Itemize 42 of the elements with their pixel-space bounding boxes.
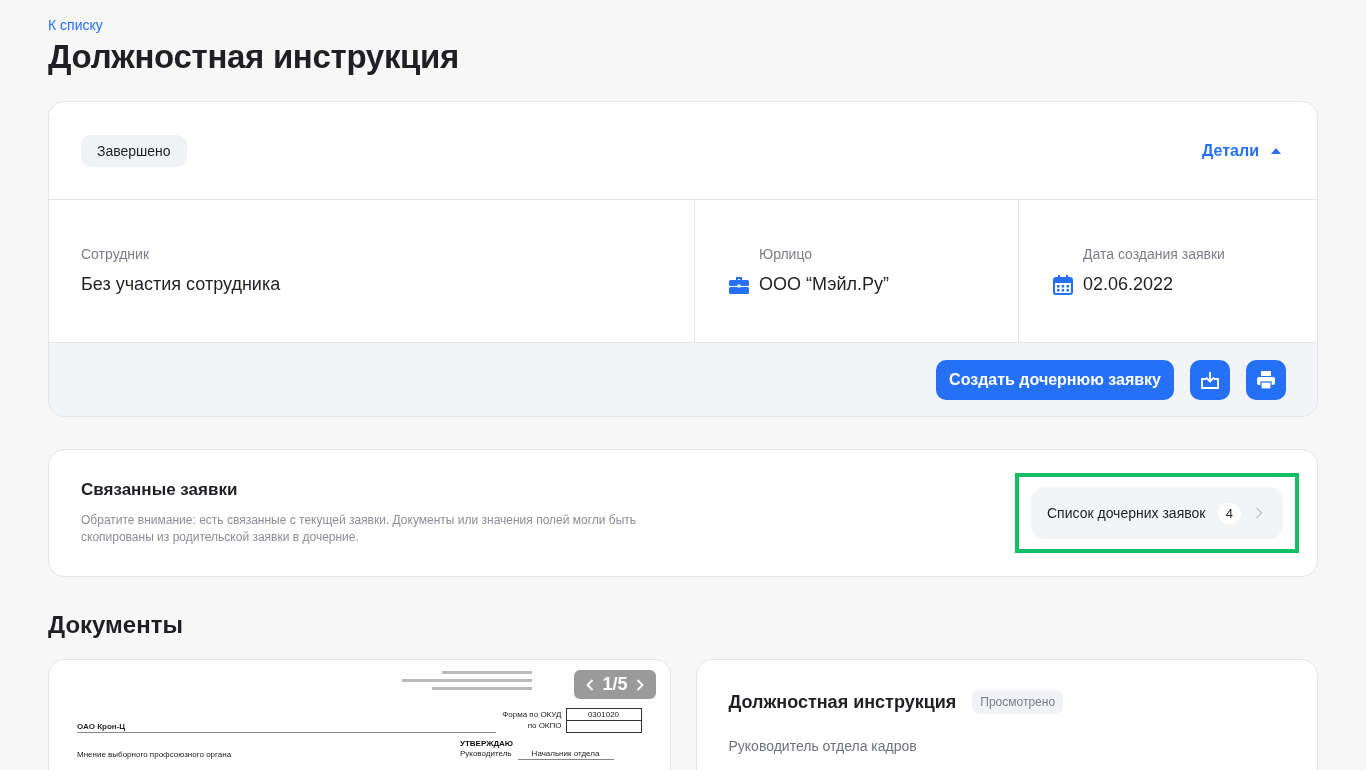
field-label: Юрлицо [758,246,814,262]
field-value: ООО “Мэйл.Ру” [759,274,889,295]
printer-icon [1256,369,1276,390]
organization-name: ОАО Крон-Ц [77,722,497,733]
count-badge: 4 [1217,502,1241,524]
create-child-request-button[interactable]: Создать дочернюю заявку [936,359,1174,400]
document-subtitle: Руководитель отдела кадров [728,738,918,754]
field-value: Без участия сотрудника [81,274,281,295]
details-toggle[interactable]: Детали [1202,141,1281,160]
status-badge: Просмотрено [972,690,1064,714]
section-title: Документы [48,611,184,639]
calendar-icon [1053,274,1073,295]
download-button[interactable] [1190,359,1230,400]
form-label: по ОКПО [527,720,562,731]
print-button[interactable] [1246,359,1286,400]
caret-icon [1271,147,1281,154]
document-card[interactable]: Должностная инструкция Просмотрено Руководитель отдела кадров [695,659,1318,770]
download-icon [1200,369,1220,390]
chevron-left-icon [586,678,595,691]
document-title: Должностная инструкция [728,691,957,713]
status-badge: Завершено [81,134,187,167]
section-title: Связанные заявки [81,480,239,500]
table-cell: 0301020 [566,709,641,721]
document-preview[interactable]: ОАО Крон-Ц Форма по ОКУД по ОКПО 0301020 Мнение выборного профсоюзного органа УТВЕРЖДАЮ Руководитель Начальник отдела 1/5 [48,659,671,770]
briefcase-icon [729,275,749,294]
child-requests-link[interactable]: Список дочерних заявок 4 [1031,487,1283,539]
page-pager[interactable]: 1/5 [574,670,656,699]
chevron-right-icon [1255,507,1263,519]
link-label: Список дочерних заявок [1047,505,1207,521]
page-title: Должностная инструкция [48,37,461,77]
field-value: 02.06.2022 [1083,274,1174,295]
note-text: Обратите внимание: есть связанные с текущей заявки. Документы или значения полей могли быть скопированы из родительской заявки в дочерние. [81,512,638,546]
form-value: Начальник отдела [517,748,614,760]
field-label: Сотрудник [81,246,150,262]
field-label: Дата создания заявки [1082,246,1226,262]
form-label: Форма по ОКУД [502,709,562,720]
page-counter: 1/5 [602,674,628,695]
back-link[interactable]: К списку [48,17,103,33]
form-text: Мнение выборного профсоюзного органа [77,749,233,760]
chevron-right-icon [635,678,644,691]
form-label: Руководитель [459,748,512,760]
form-heading: УТВЕРЖДАЮ [459,739,515,748]
